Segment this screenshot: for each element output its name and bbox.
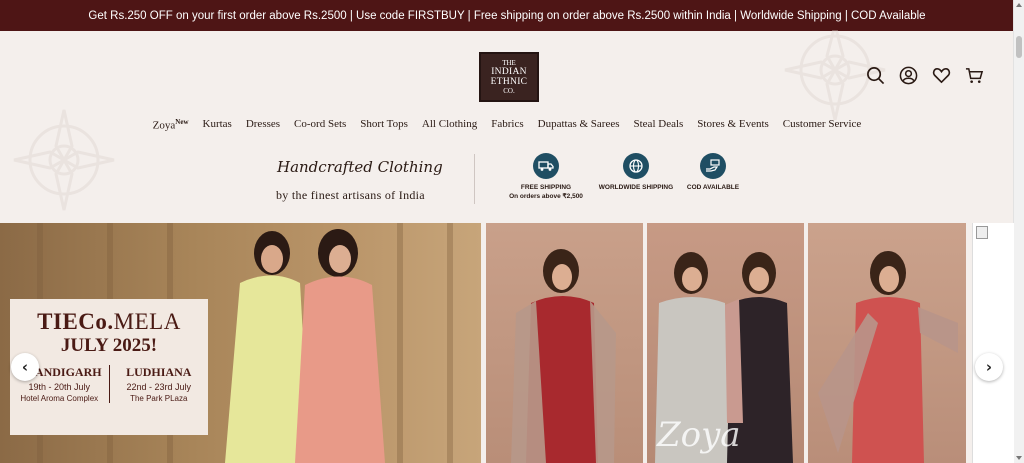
broken-image-icon	[976, 226, 988, 239]
chevron-left-icon: ‹	[21, 358, 29, 376]
header-icons	[866, 66, 984, 85]
location-city: LUDHIANA	[126, 365, 192, 379]
hero-carousel: TIECo.MELA JULY 2025! CHANDIGARH 19th - …	[0, 223, 1014, 463]
banner-slide-broken-image[interactable]	[972, 223, 1014, 463]
truck-icon	[533, 153, 559, 179]
brand-logo[interactable]: THE INDIAN ETHNIC CO.	[479, 52, 539, 102]
location-ludhiana: LUDHIANA 22nd - 23rd July The Park PLaza	[108, 365, 209, 403]
nav-item-kurtas[interactable]: Kurtas	[203, 118, 232, 132]
banner-slide-zoya-3[interactable]	[808, 223, 966, 463]
new-badge: New	[175, 118, 189, 126]
nav-item-stores-events[interactable]: Stores & Events	[697, 118, 769, 132]
feature-cod-available: COD AVAILABLE	[683, 153, 743, 192]
logo-text-co: CO.	[503, 87, 515, 95]
cart-icon[interactable]	[965, 66, 984, 85]
nav-item-dresses[interactable]: Dresses	[246, 118, 280, 132]
logo-text-the: THE	[502, 59, 516, 67]
banner-slide-zoya-2[interactable]: Zoya	[647, 223, 804, 463]
feature-worldwide-shipping: WORLDWIDE SHIPPING	[596, 153, 676, 192]
feature-free-shipping-detail: On orders above ₹2,500	[509, 193, 583, 200]
logo-text-indian: INDIAN	[491, 67, 527, 77]
nav-item-steal-deals[interactable]: Steal Deals	[634, 118, 684, 132]
logo-text-ethnic: ETHNIC	[490, 77, 528, 87]
location-venue: The Park PLaza	[130, 394, 188, 403]
feature-worldwide-shipping-title: WORLDWIDE SHIPPING	[598, 184, 674, 191]
location-dates: 19th - 20th July	[28, 382, 91, 392]
account-icon[interactable]	[899, 66, 918, 85]
announcement-text: Get Rs.250 OFF on your first order above…	[88, 9, 926, 22]
banner-slide-zoya-1[interactable]	[486, 223, 643, 463]
mela-title: TIECo.MELA	[37, 309, 181, 334]
nav-item-all-clothing[interactable]: All Clothing	[422, 118, 477, 132]
nav-item-co-ord-sets[interactable]: Co-ord Sets	[294, 118, 346, 132]
promo-divider	[474, 154, 475, 204]
search-icon[interactable]	[866, 66, 885, 85]
nav-item-dupattas-sarees[interactable]: Dupattas & Sarees	[538, 118, 620, 132]
nav-item-fabrics[interactable]: Fabrics	[491, 118, 523, 132]
wishlist-heart-icon[interactable]	[932, 66, 951, 85]
carousel-next-button[interactable]: ›	[975, 353, 1003, 381]
feature-cod-title: COD AVAILABLE	[686, 184, 740, 191]
banner-slide-mela[interactable]: TIECo.MELA JULY 2025! CHANDIGARH 19th - …	[0, 223, 481, 463]
model-photo-red-kurta-image	[511, 249, 616, 463]
scroll-down-icon[interactable]	[1016, 456, 1022, 460]
chevron-right-icon: ›	[985, 358, 993, 376]
announcement-bar: Get Rs.250 OFF on your first order above…	[0, 0, 1014, 31]
mela-locations: CHANDIGARH 19th - 20th July Hotel Aroma …	[10, 365, 208, 403]
mela-subtitle: JULY 2025!	[60, 335, 158, 356]
location-dates: 22nd - 23rd July	[126, 382, 192, 392]
promo-headline: Handcrafted Clothing	[277, 158, 443, 176]
mela-event-card: TIECo.MELA JULY 2025! CHANDIGARH 19th - …	[10, 299, 208, 435]
page-scrollbar[interactable]	[1013, 0, 1024, 463]
carousel-prev-button[interactable]: ‹	[11, 353, 39, 381]
promo-strip: Handcrafted Clothing by the finest artis…	[0, 150, 1014, 212]
model-photo-printed-kurta-image	[818, 251, 958, 463]
globe-icon	[623, 153, 649, 179]
feature-free-shipping: FREE SHIPPING On orders above ₹2,500	[505, 153, 587, 201]
feature-free-shipping-title: FREE SHIPPING	[520, 184, 572, 191]
nav-item-customer-service[interactable]: Customer Service	[783, 118, 862, 132]
location-venue: Hotel Aroma Complex	[20, 394, 99, 403]
main-navigation: ZoyaNew Kurtas Dresses Co-ord Sets Short…	[0, 118, 1014, 132]
scroll-thumb[interactable]	[1016, 36, 1022, 58]
cod-hand-icon	[700, 153, 726, 179]
scroll-up-icon[interactable]	[1016, 3, 1022, 7]
nav-label-zoya: Zoya	[152, 119, 176, 132]
nav-item-short-tops[interactable]: Short Tops	[360, 118, 408, 132]
nav-item-zoya[interactable]: ZoyaNew	[153, 118, 189, 132]
promo-byline: by the finest artisans of India	[276, 188, 425, 202]
zoya-watermark: Zoya	[657, 415, 741, 455]
